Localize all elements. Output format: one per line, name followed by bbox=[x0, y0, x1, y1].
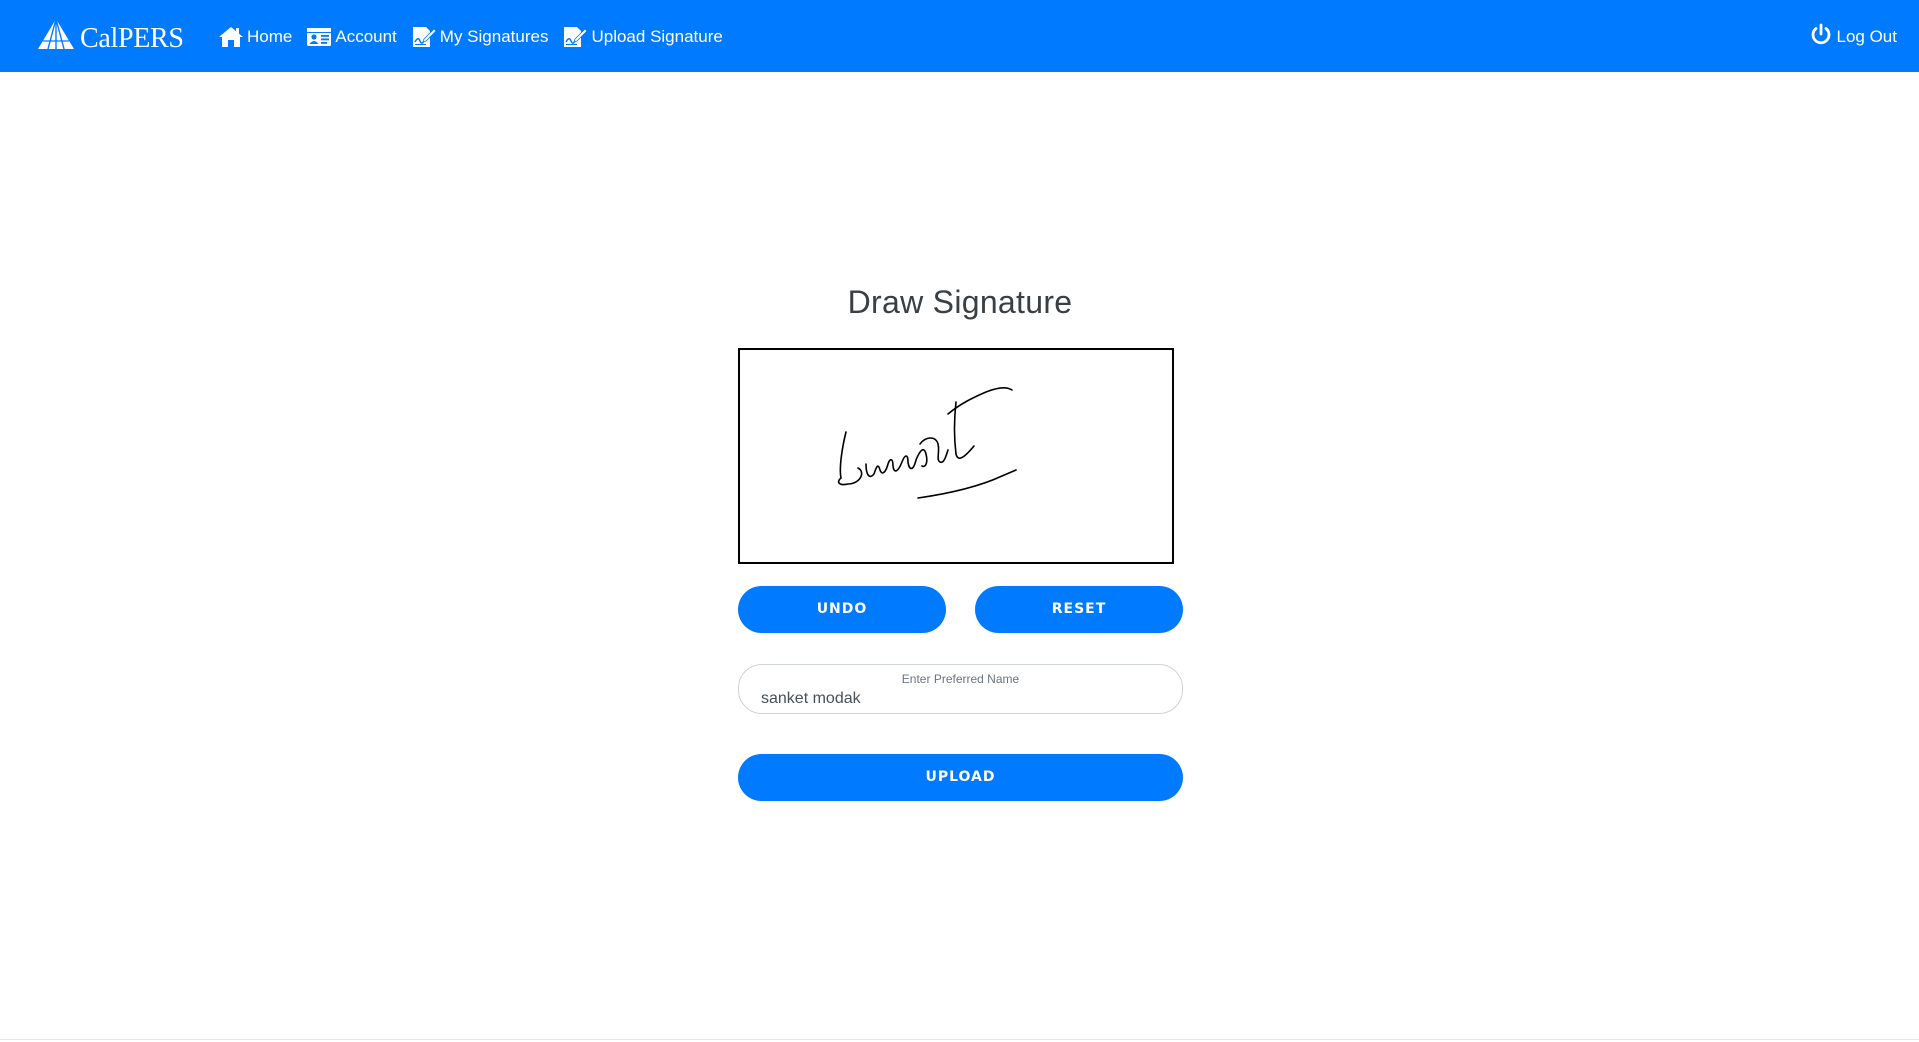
brand-name: CalPERS bbox=[80, 23, 184, 54]
signature-drawing bbox=[837, 387, 1017, 499]
nav-upload-signature[interactable]: Upload Signature bbox=[562, 25, 723, 49]
nav-my-signatures-label: My Signatures bbox=[439, 27, 549, 46]
nav-my-signatures[interactable]: My Signatures bbox=[411, 25, 549, 49]
preferred-name-field[interactable]: Enter Preferred Name bbox=[738, 664, 1183, 714]
nav-upload-signature-label: Upload Signature bbox=[591, 27, 723, 46]
nav-account-label: Account bbox=[335, 27, 397, 46]
undo-button[interactable]: UNDO bbox=[738, 586, 946, 633]
logout-label: Log Out bbox=[1836, 27, 1898, 46]
footer-divider bbox=[0, 1039, 1919, 1040]
preferred-name-input[interactable] bbox=[761, 689, 1161, 709]
nav-home-label: Home bbox=[247, 27, 293, 46]
preferred-name-label: Enter Preferred Name bbox=[901, 672, 1020, 686]
nav-home[interactable]: Home bbox=[218, 26, 292, 48]
signature-canvas[interactable] bbox=[738, 348, 1174, 564]
reset-button[interactable]: RESET bbox=[975, 586, 1183, 633]
home-icon bbox=[218, 26, 244, 48]
signature-icon bbox=[411, 25, 437, 49]
page-title: Draw Signature bbox=[847, 284, 1073, 320]
power-icon bbox=[1809, 23, 1833, 52]
upload-button[interactable]: UPLOAD bbox=[738, 754, 1183, 801]
nav-account[interactable]: Account bbox=[306, 26, 397, 48]
calpers-logo-icon bbox=[36, 17, 76, 56]
id-card-icon bbox=[306, 26, 332, 48]
brand-logo[interactable]: CalPERS bbox=[36, 14, 184, 58]
logout-link[interactable]: Log Out bbox=[1809, 18, 1898, 56]
nav-links: Home Account My Signatures Upload Signat… bbox=[218, 18, 723, 56]
upload-signature-icon bbox=[562, 25, 589, 49]
top-navbar: CalPERS Home Account My Signatures Uploa… bbox=[0, 0, 1919, 72]
